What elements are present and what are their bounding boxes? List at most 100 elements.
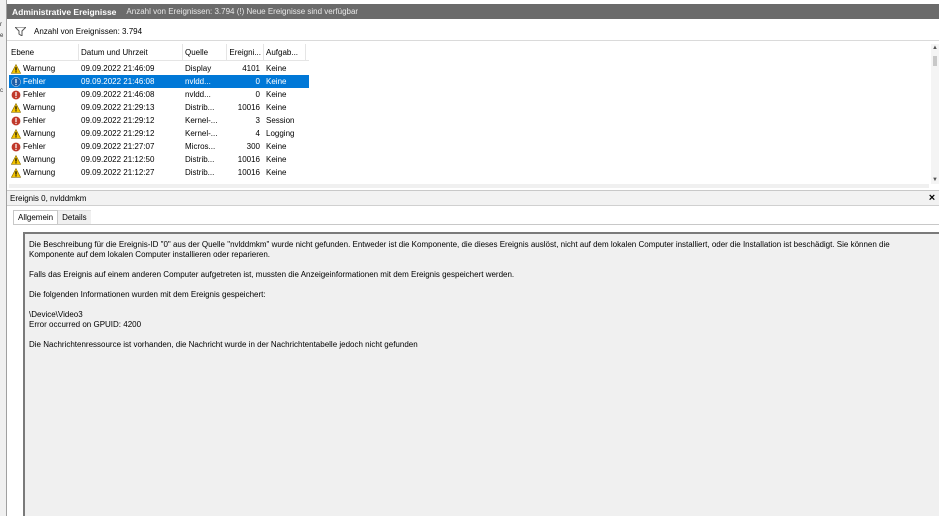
tab-general[interactable]: Allgemein — [13, 210, 59, 225]
column-header-level[interactable]: Ebene — [9, 44, 79, 60]
level-label: Fehler — [23, 116, 46, 125]
cell-event-id: 10016 — [237, 168, 260, 177]
filter-icon[interactable] — [15, 26, 26, 36]
level-label: Warnung — [23, 168, 56, 177]
table-row[interactable]: Warnung 09.09.2022 21:29:12 Kernel-... 4 Log… — [9, 127, 309, 140]
cell-level: Fehler — [9, 88, 79, 101]
error-icon — [11, 141, 21, 152]
scroll-down-icon[interactable]: ▼ — [931, 176, 939, 184]
table-horizontal-scrollbar[interactable] — [9, 184, 929, 188]
cell-task: Session — [266, 116, 295, 125]
view-title-bar: Administrative Ereignisse Anzahl von Ere… — [7, 4, 939, 19]
cell-datetime: 09.09.2022 21:12:50 — [81, 155, 155, 164]
cell-datetime: 09.09.2022 21:27:07 — [81, 142, 155, 151]
table-vertical-scrollbar[interactable]: ▲ ▼ — [931, 44, 939, 184]
cell-source: nvldd... — [185, 90, 211, 99]
scroll-up-icon[interactable]: ▲ — [931, 44, 939, 52]
table-row[interactable]: Warnung 09.09.2022 21:46:09 Display 4101 Kei… — [9, 62, 309, 75]
level-label: Warnung — [23, 129, 56, 138]
table-row[interactable]: Warnung 09.09.2022 21:12:50 Distrib... 1001… — [9, 153, 309, 166]
scroll-thumb[interactable] — [933, 56, 937, 66]
cell-task: Logging — [266, 129, 295, 138]
description-paragraph: Falls das Ereignis auf einem anderen Com… — [29, 270, 515, 279]
cell-task: Keine — [266, 64, 287, 73]
cell-event-id: 0 — [255, 90, 260, 99]
column-header-source[interactable]: Quelle — [183, 44, 227, 60]
cell-datetime: 09.09.2022 21:29:12 — [81, 116, 155, 125]
cell-task: Keine — [266, 90, 287, 99]
event-count-info: Anzahl von Ereignissen: 3.794 (!) Neue E… — [126, 7, 359, 16]
left-pane-edge: r e c — [0, 0, 7, 516]
left-strip-mark: e — [0, 33, 4, 39]
cell-level: Warnung — [9, 62, 79, 75]
view-title: Administrative Ereignisse — [12, 6, 117, 17]
cell-event-id: 300 — [246, 142, 260, 151]
warning-icon — [11, 128, 21, 139]
cell-datetime: 09.09.2022 21:46:08 — [81, 90, 155, 99]
cell-level: Fehler — [9, 75, 79, 88]
cell-level: Warnung — [9, 127, 79, 140]
cell-task: Keine — [266, 103, 287, 112]
cell-event-id: 10016 — [237, 155, 260, 164]
level-label: Fehler — [23, 90, 46, 99]
cell-event-id: 0 — [255, 77, 260, 86]
cell-datetime: 09.09.2022 21:46:09 — [81, 64, 155, 73]
error-icon — [11, 89, 21, 100]
column-header-task[interactable]: Aufgab... — [264, 44, 306, 60]
cell-level: Warnung — [9, 153, 79, 166]
close-icon[interactable]: × — [927, 192, 937, 204]
cell-source: Kernel-... — [185, 129, 218, 138]
level-label: Warnung — [23, 155, 56, 164]
description-paragraph: Die Beschreibung für die Ereignis-ID "0"… — [29, 240, 890, 259]
warning-icon — [11, 167, 21, 178]
cell-source: Kernel-... — [185, 116, 218, 125]
cell-event-id: 4 — [255, 129, 260, 138]
event-detail-title: Ereignis 0, nvlddmkm — [10, 193, 87, 203]
column-header-event-id[interactable]: Ereigni... — [227, 44, 264, 60]
warning-icon — [11, 102, 21, 113]
cell-task: Keine — [266, 168, 287, 177]
cell-task: Keine — [266, 142, 287, 151]
filter-bar: Anzahl von Ereignissen: 3.794 — [7, 22, 939, 41]
description-device-line: \Device\Video3 — [29, 310, 83, 319]
cell-source: Distrib... — [185, 155, 215, 164]
description-error-line: Error occurred on GPUID: 4200 — [29, 320, 142, 329]
table-row[interactable]: Warnung 09.09.2022 21:29:13 Distrib... 1001… — [9, 101, 309, 114]
event-detail-header: Ereignis 0, nvlddmkm × — [7, 190, 939, 206]
table-row[interactable]: Warnung 09.09.2022 21:12:27 Distrib... 1001… — [9, 166, 309, 179]
table-row[interactable]: Fehler 09.09.2022 21:46:08 nvldd... 0 Keine — [9, 88, 309, 101]
filter-count-label: Anzahl von Ereignissen: 3.794 — [34, 26, 143, 36]
description-paragraph: Die Nachrichtenressource ist vorhanden, … — [29, 340, 418, 349]
cell-event-id: 4101 — [242, 64, 260, 73]
description-paragraph: Die folgenden Informationen wurden mit d… — [29, 290, 266, 299]
cell-source: Distrib... — [185, 168, 215, 177]
cell-datetime: 09.09.2022 21:12:27 — [81, 168, 155, 177]
cell-level: Fehler — [9, 114, 79, 127]
cell-source: Display — [185, 64, 212, 73]
table-row[interactable]: Fehler 09.09.2022 21:46:08 nvldd... 0 Keine — [9, 75, 309, 88]
cell-task: Keine — [266, 155, 287, 164]
left-strip-mark: r — [0, 22, 2, 28]
event-description[interactable]: Die Beschreibung für die Ereignis-ID "0"… — [23, 232, 939, 516]
cell-datetime: 09.09.2022 21:29:12 — [81, 129, 155, 138]
cell-level: Fehler — [9, 140, 79, 153]
cell-task: Keine — [266, 77, 287, 86]
table-header: Ebene Datum und Uhrzeit Quelle Ereigni..… — [9, 44, 309, 61]
level-label: Warnung — [23, 64, 56, 73]
error-icon — [11, 76, 21, 87]
events-table[interactable]: Ebene Datum und Uhrzeit Quelle Ereigni..… — [9, 44, 939, 182]
warning-icon — [11, 154, 21, 165]
cell-source: nvldd... — [185, 77, 211, 86]
column-header-datetime[interactable]: Datum und Uhrzeit — [79, 44, 183, 60]
left-strip-mark: c — [0, 88, 3, 94]
tab-details[interactable]: Details — [58, 210, 91, 225]
cell-event-id: 10016 — [237, 103, 260, 112]
level-label: Fehler — [23, 142, 46, 151]
level-label: Warnung — [23, 103, 56, 112]
cell-level: Warnung — [9, 166, 79, 179]
detail-tabs: Allgemein Details — [13, 210, 91, 225]
level-label: Fehler — [23, 77, 46, 86]
cell-source: Micros... — [185, 142, 216, 151]
table-row[interactable]: Fehler 09.09.2022 21:27:07 Micros... 300 Kei… — [9, 140, 309, 153]
table-row[interactable]: Fehler 09.09.2022 21:29:12 Kernel-... 3 Sess… — [9, 114, 309, 127]
